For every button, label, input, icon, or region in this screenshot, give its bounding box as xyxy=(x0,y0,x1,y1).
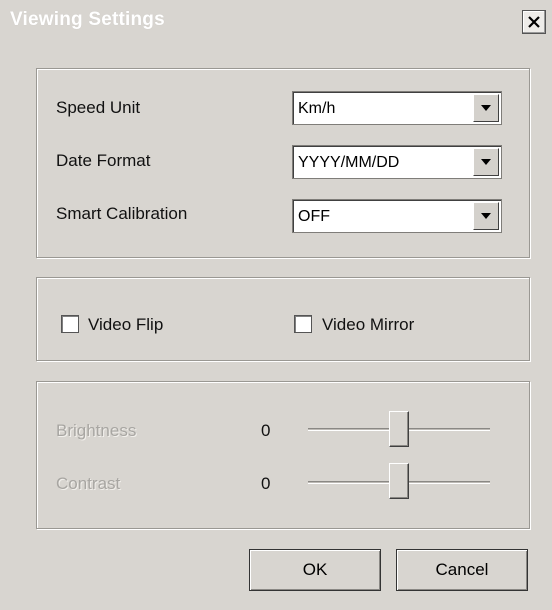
dropdown-arrow-icon xyxy=(481,213,491,219)
smart-calibration-dropdown-button[interactable] xyxy=(473,202,499,230)
date-format-select[interactable]: YYYY/MM/DD xyxy=(292,145,502,179)
speed-unit-dropdown-button[interactable] xyxy=(473,94,499,122)
contrast-label: Contrast xyxy=(56,474,121,493)
smart-calibration-label: Smart Calibration xyxy=(56,204,188,223)
video-mirror-label[interactable]: Video Mirror xyxy=(322,315,414,335)
window-title: Viewing Settings xyxy=(10,9,165,30)
date-format-dropdown-button[interactable] xyxy=(473,148,499,176)
dropdown-arrow-icon xyxy=(481,105,491,111)
image-adjust-group xyxy=(36,381,530,529)
title-bar: Viewing Settings xyxy=(0,0,552,46)
close-button[interactable] xyxy=(522,10,546,34)
date-format-value: YYYY/MM/DD xyxy=(298,154,400,171)
speed-unit-label: Speed Unit xyxy=(56,98,141,117)
cancel-button[interactable]: Cancel xyxy=(396,549,528,591)
brightness-value: 0 xyxy=(261,421,271,440)
smart-calibration-value: OFF xyxy=(298,208,330,225)
contrast-value: 0 xyxy=(261,474,271,493)
ok-button[interactable]: OK xyxy=(249,549,381,591)
close-icon xyxy=(527,15,541,29)
brightness-slider-thumb[interactable] xyxy=(389,411,409,447)
speed-unit-value: Km/h xyxy=(298,100,336,117)
brightness-label: Brightness xyxy=(56,421,137,440)
video-flip-label[interactable]: Video Flip xyxy=(88,315,163,335)
video-mirror-checkbox[interactable] xyxy=(294,315,312,333)
dropdown-arrow-icon xyxy=(481,159,491,165)
video-flip-checkbox[interactable] xyxy=(61,315,79,333)
speed-unit-select[interactable]: Km/h xyxy=(292,91,502,125)
date-format-label: Date Format xyxy=(56,151,151,170)
smart-calibration-select[interactable]: OFF xyxy=(292,199,502,233)
contrast-slider-thumb[interactable] xyxy=(389,463,409,499)
